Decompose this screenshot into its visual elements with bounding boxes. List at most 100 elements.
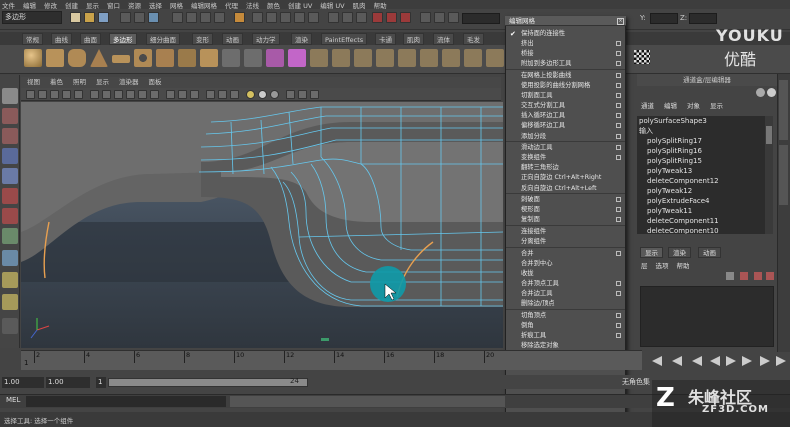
option-box-icon[interactable] xyxy=(616,155,621,161)
camera-select-icon[interactable] xyxy=(26,90,35,99)
menu-normals[interactable]: 法线 xyxy=(246,0,259,10)
cb-input-item[interactable]: deleteComponent11 xyxy=(637,216,765,226)
move-tool-icon[interactable] xyxy=(2,148,18,164)
current-frame-field[interactable]: 1 xyxy=(96,377,106,388)
option-box-icon[interactable] xyxy=(616,123,621,129)
crease-icon[interactable] xyxy=(464,49,482,67)
shelf-tab-painteffects[interactable]: PaintEffects xyxy=(321,33,368,45)
open-scene-icon[interactable] xyxy=(84,12,95,23)
option-box-icon[interactable] xyxy=(616,197,621,203)
scale-tool-icon[interactable] xyxy=(2,188,18,204)
command-input[interactable] xyxy=(26,396,226,407)
snap-grid-icon[interactable] xyxy=(252,12,263,23)
history-icon[interactable] xyxy=(328,12,339,23)
menu-color[interactable]: 颜色 xyxy=(267,0,280,10)
poly-prism-icon[interactable] xyxy=(156,49,174,67)
option-box-icon[interactable] xyxy=(616,133,621,139)
shelf-tab-toon[interactable]: 卡通 xyxy=(375,33,396,45)
combine-icon[interactable] xyxy=(222,49,240,67)
layout-single-icon[interactable] xyxy=(2,294,18,310)
cb-menu-show[interactable]: 显示 xyxy=(710,100,723,113)
menu-edit[interactable]: 编辑 xyxy=(23,0,36,10)
poly-pipe-icon[interactable] xyxy=(200,49,218,67)
cb-input-item[interactable]: polySplitRing17 xyxy=(637,136,765,146)
checker-icon[interactable] xyxy=(634,50,650,64)
extrude-icon[interactable] xyxy=(310,49,328,67)
film-gate-icon[interactable] xyxy=(90,90,99,99)
menu-edit-mesh[interactable]: 编辑网格 xyxy=(191,0,217,10)
cb-menu-channels[interactable]: 通道 xyxy=(641,100,654,113)
edge-loop-icon[interactable] xyxy=(398,49,416,67)
field-chart-icon[interactable] xyxy=(126,90,135,99)
safe-action-icon[interactable] xyxy=(138,90,147,99)
save-scene-icon[interactable] xyxy=(98,12,109,23)
grid-toggle-icon[interactable] xyxy=(74,90,83,99)
menu-help[interactable]: 帮助 xyxy=(374,0,387,10)
option-box-icon[interactable] xyxy=(616,332,621,338)
new-scene-icon[interactable] xyxy=(70,12,81,23)
option-box-icon[interactable] xyxy=(616,312,621,318)
select-component-icon[interactable] xyxy=(148,12,159,23)
time-slider[interactable] xyxy=(21,350,642,370)
layout-four-icon[interactable] xyxy=(2,318,18,334)
cb-input-item[interactable]: polyTweak12 xyxy=(637,186,765,196)
shelf-tab-rendering[interactable]: 渲染 xyxy=(291,33,312,45)
layer-menu-options[interactable]: 选项 xyxy=(656,260,669,271)
poly-pyramid-icon[interactable] xyxy=(178,49,196,67)
option-box-icon[interactable] xyxy=(616,291,621,296)
sphere-icon-2[interactable] xyxy=(767,88,776,97)
layer-delete-icon[interactable] xyxy=(766,272,774,280)
playback-start-field[interactable]: 1.00 xyxy=(46,377,90,388)
poly-cylinder-icon[interactable] xyxy=(68,49,86,67)
shelf-tab-dynamics[interactable]: 动力学 xyxy=(252,33,280,45)
snap-view-icon[interactable] xyxy=(294,12,305,23)
mel-label[interactable]: MEL xyxy=(6,396,20,404)
camera-attr-icon[interactable] xyxy=(38,90,47,99)
menu-muscle[interactable]: 肌肉 xyxy=(353,0,366,10)
cb-input-item[interactable]: polyTweak13 xyxy=(637,166,765,176)
menu-create[interactable]: 创建 xyxy=(65,0,78,10)
rotate-tool-icon[interactable] xyxy=(2,168,18,184)
layer-tab-render[interactable]: 渲染 xyxy=(668,247,691,258)
mask-edge-icon[interactable] xyxy=(186,12,197,23)
attribute-editor-tab[interactable] xyxy=(779,80,788,140)
image-plane-icon[interactable] xyxy=(62,90,71,99)
sphere-icon[interactable] xyxy=(756,88,765,97)
menu-create-uv[interactable]: 创建 UV xyxy=(288,0,312,10)
menu-select[interactable]: 选择 xyxy=(149,0,162,10)
mirror-icon[interactable] xyxy=(288,49,306,67)
option-box-icon[interactable] xyxy=(616,72,621,78)
last-tool-icon[interactable] xyxy=(2,272,18,288)
option-box-icon[interactable] xyxy=(616,250,621,256)
shelf-tab-general[interactable]: 常规 xyxy=(22,33,43,45)
ipr-render-icon[interactable] xyxy=(386,12,397,23)
cb-menu-object[interactable]: 对象 xyxy=(687,100,700,113)
snap-live-icon[interactable] xyxy=(308,12,319,23)
mask-face-icon[interactable] xyxy=(200,12,211,23)
uv-icon[interactable] xyxy=(486,49,504,67)
option-box-icon[interactable] xyxy=(616,41,621,47)
soft-mod-icon[interactable] xyxy=(2,228,18,244)
menu-file[interactable]: 文件 xyxy=(2,0,15,10)
cb-input-item[interactable]: deleteComponent10 xyxy=(637,226,765,234)
paint-select-icon[interactable] xyxy=(2,128,18,144)
render-frame-icon[interactable] xyxy=(372,12,383,23)
vp-menu-renderer[interactable]: 渲染器 xyxy=(119,77,139,88)
poly-cube-icon[interactable] xyxy=(46,49,64,67)
cb-scroll-thumb[interactable] xyxy=(766,126,772,144)
mode-select[interactable]: 多边形 xyxy=(2,11,62,24)
menu-mesh[interactable]: 网格 xyxy=(170,0,183,10)
vp-menu-lighting[interactable]: 照明 xyxy=(73,77,86,88)
shelf-tab-curves[interactable]: 曲线 xyxy=(51,33,72,45)
shelf-tab-fluids[interactable]: 流体 xyxy=(433,33,454,45)
cb-input-item[interactable]: polyTweak11 xyxy=(637,206,765,216)
layer-menu-layers[interactable]: 层 xyxy=(641,260,648,271)
select-tool-icon[interactable] xyxy=(2,88,18,104)
vp-menu-panels[interactable]: 面板 xyxy=(149,77,162,88)
option-box-icon[interactable] xyxy=(616,207,621,213)
menu-edit-uv[interactable]: 编辑 UV xyxy=(320,0,344,10)
safe-title-icon[interactable] xyxy=(150,90,159,99)
menu-proxy[interactable]: 代理 xyxy=(225,0,238,10)
shelf-tab-polygons[interactable]: 多边形 xyxy=(109,33,137,45)
layer-menu-help[interactable]: 帮助 xyxy=(677,260,690,271)
